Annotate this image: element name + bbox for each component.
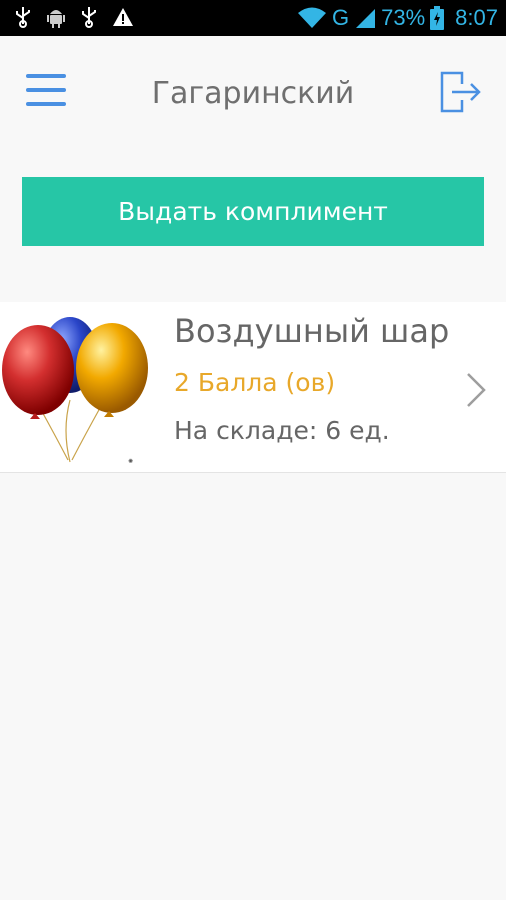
wifi-icon (298, 7, 326, 28)
battery-percent: 73% (381, 5, 426, 30)
give-compliment-button[interactable]: Выдать комплимент (22, 177, 484, 246)
network-type: G (332, 5, 350, 30)
warning-icon (113, 8, 133, 26)
app-bar: Гагаринский (0, 36, 506, 148)
balloons-image: ✺ (2, 317, 148, 465)
signal-icon (356, 9, 376, 28)
svg-text:✺: ✺ (128, 458, 133, 465)
status-bar: G 73% 8:07 (0, 0, 506, 36)
notification-icons (14, 6, 134, 28)
battery-charging-icon (430, 6, 445, 30)
list-item[interactable]: ✺ Воздушный шар 2 Балла (ов) На складе: … (0, 302, 506, 473)
item-points: 2 Балла (ов) (174, 368, 336, 397)
item-stock: На складе: 6 ед. (174, 416, 390, 445)
android-debug-icon (47, 10, 65, 28)
item-name: Воздушный шар (174, 312, 450, 350)
logout-icon[interactable] (438, 70, 482, 114)
system-status: G 73% 8:07 (297, 3, 498, 33)
chevron-right-icon (467, 373, 486, 407)
usb-icon (16, 7, 30, 28)
page-title: Гагаринский (151, 76, 355, 111)
clock: 8:07 (455, 5, 498, 30)
usb-icon (82, 7, 96, 28)
